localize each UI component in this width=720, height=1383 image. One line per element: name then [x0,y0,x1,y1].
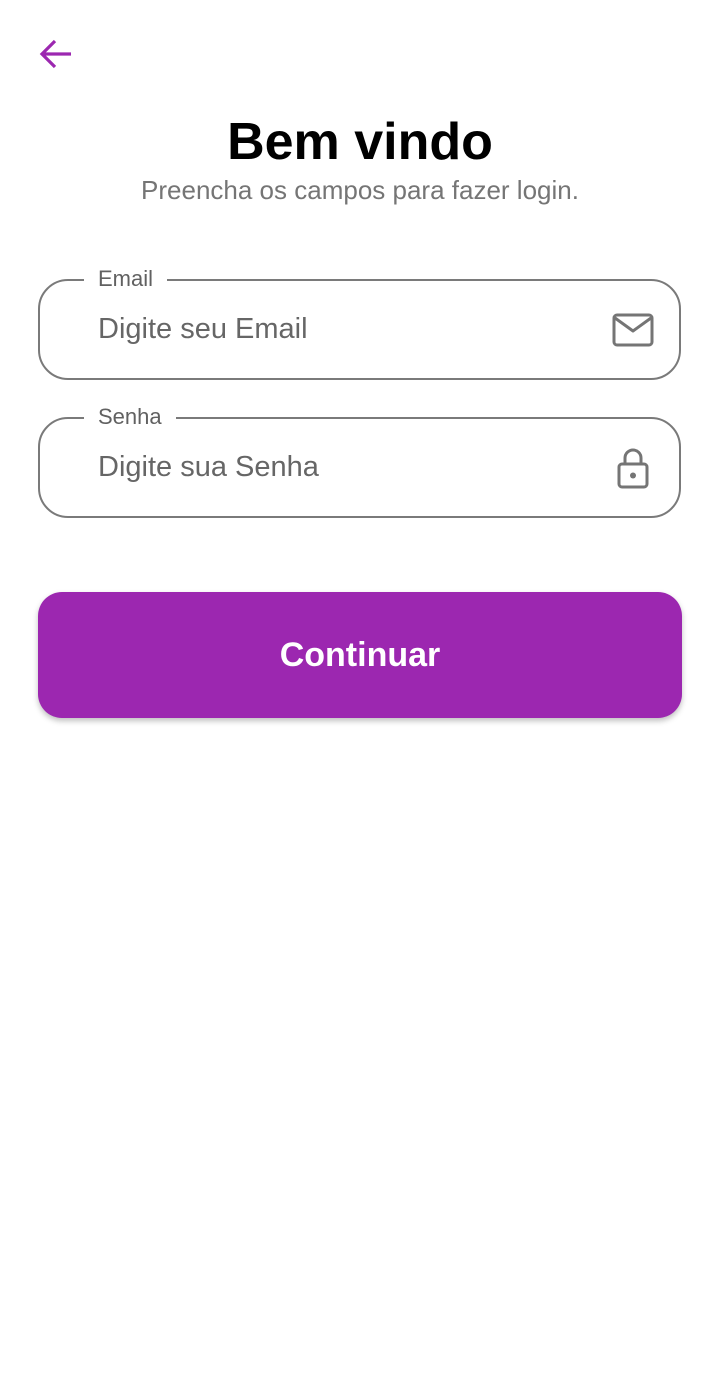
back-button[interactable] [30,28,82,80]
password-field-label: Senha [84,402,176,432]
email-field[interactable]: Email [38,264,681,380]
email-input[interactable] [98,307,578,351]
lock-icon [611,446,655,490]
arrow-back-icon [38,36,74,72]
mail-icon [611,308,655,352]
continue-button[interactable]: Continuar [38,592,682,718]
password-field[interactable]: Senha [38,402,681,518]
password-input[interactable] [98,445,578,489]
page-subtitle: Preencha os campos para fazer login. [141,175,579,205]
email-field-label: Email [84,264,168,294]
page-title: Bem vindo [227,113,493,171]
